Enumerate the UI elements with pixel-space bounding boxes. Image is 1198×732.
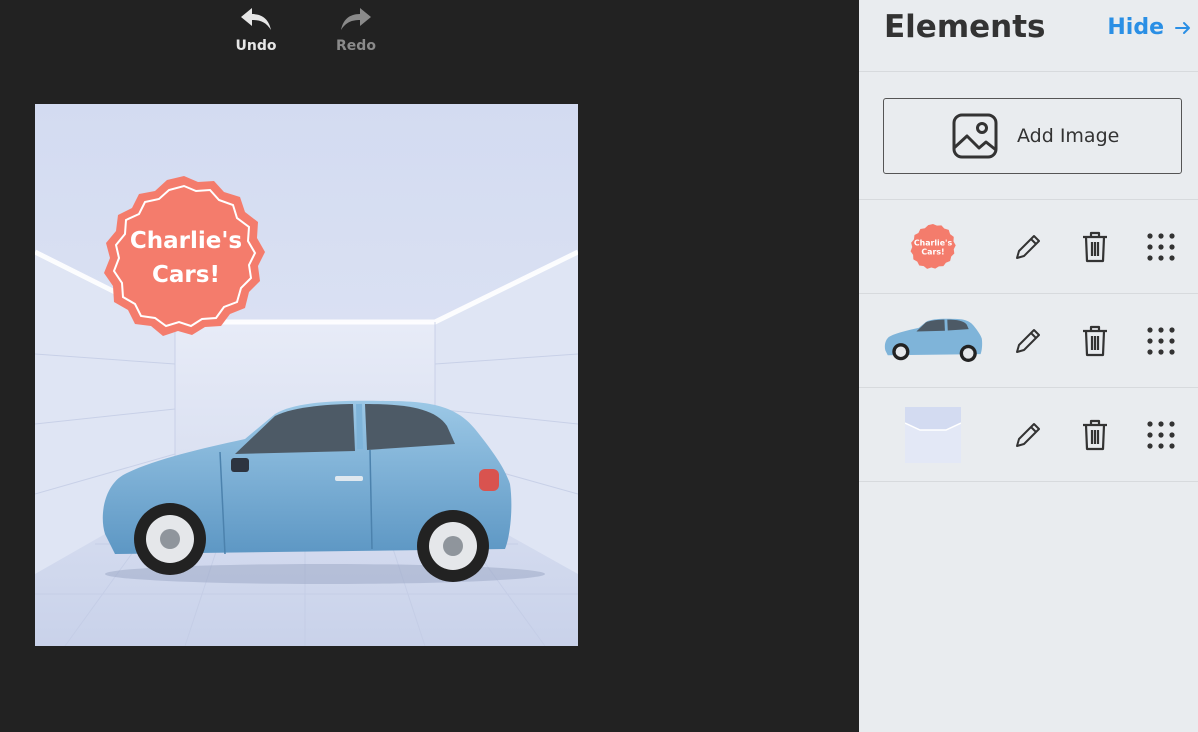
undo-label: Undo (235, 38, 277, 54)
delete-button[interactable] (1077, 229, 1113, 265)
trash-icon (1083, 419, 1107, 450)
trash-icon (1083, 325, 1107, 356)
elements-panel: Elements Hide Add Image Charlie's Cars! (859, 0, 1198, 732)
delete-button[interactable] (1077, 323, 1113, 359)
badge-text-line1: Charlie's (129, 228, 243, 254)
background-thumbnail (905, 406, 961, 463)
drag-handle-icon (1147, 326, 1175, 355)
pencil-icon (1016, 328, 1040, 353)
add-image-section: Add Image (859, 72, 1198, 200)
drag-handle-icon (1147, 420, 1175, 449)
design-canvas[interactable] (35, 104, 578, 646)
car-thumbnail (884, 318, 983, 362)
undo-button[interactable]: Undo (216, 4, 296, 54)
badge-thumbnail: Charlie's Cars! (910, 223, 956, 269)
layer-row-badge[interactable]: Charlie's Cars! (859, 200, 1198, 294)
delete-button[interactable] (1077, 417, 1113, 453)
layer-row-background[interactable] (859, 388, 1198, 482)
pencil-icon (1016, 234, 1040, 259)
redo-icon (341, 8, 371, 30)
add-image-button[interactable]: Add Image (883, 98, 1182, 174)
redo-button[interactable]: Redo (316, 4, 396, 54)
drag-handle[interactable] (1143, 417, 1179, 453)
badge-thumbnail-line2: Cars! (921, 247, 944, 256)
image-icon (952, 113, 998, 159)
drag-handle[interactable] (1143, 323, 1179, 359)
editor-area: Undo Redo Charlie's Cars! (0, 0, 859, 732)
edit-button[interactable] (1010, 323, 1046, 359)
add-image-label: Add Image (1017, 125, 1120, 147)
arrow-right-icon (1175, 21, 1190, 34)
layer-row-car[interactable] (859, 294, 1198, 388)
edit-button[interactable] (1010, 229, 1046, 265)
trash-icon (1083, 231, 1107, 262)
drag-handle[interactable] (1143, 229, 1179, 265)
badge-text: Charlie's Cars! (106, 224, 266, 292)
edit-button[interactable] (1010, 417, 1046, 453)
pencil-icon (1016, 422, 1040, 447)
badge-text-line2: Cars! (152, 262, 220, 288)
panel-header: Elements Hide (859, 0, 1198, 72)
drag-handle-icon (1147, 232, 1175, 261)
hide-label: Hide (1107, 15, 1164, 40)
badge-thumbnail-line1: Charlie's (914, 238, 953, 247)
redo-label: Redo (336, 38, 376, 54)
hide-button[interactable]: Hide (1107, 15, 1192, 40)
undo-icon (241, 8, 271, 30)
panel-title: Elements (884, 9, 1046, 45)
